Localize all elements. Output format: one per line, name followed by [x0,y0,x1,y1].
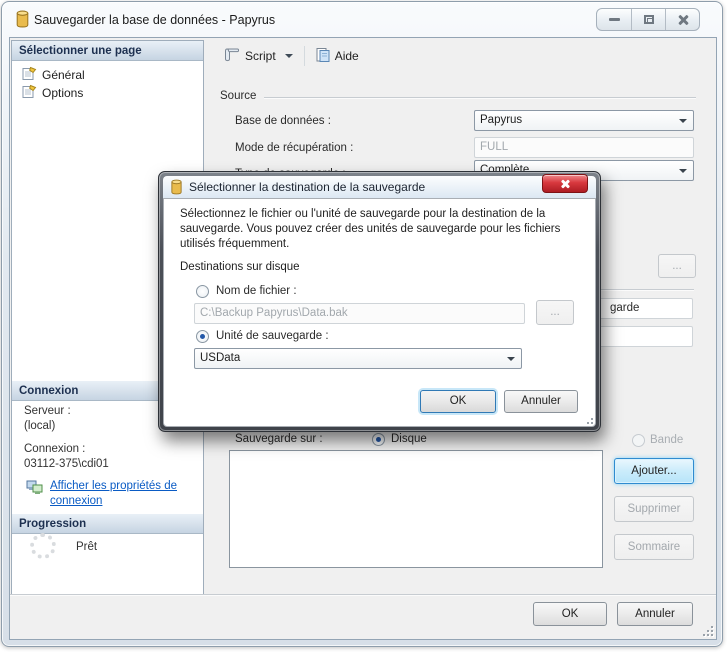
contents-button: Sommaire [614,534,694,560]
show-connection-properties-link[interactable]: Afficher les propriétés de connexion [50,479,202,509]
database-value: Papyrus [480,114,522,126]
sidebar-item-options[interactable]: Options [22,85,83,101]
modal-title: Sélectionner la destination de la sauveg… [189,180,425,194]
modal-close-button[interactable] [542,174,588,193]
remove-button: Supprimer [614,496,694,522]
script-button[interactable]: Script [218,44,298,68]
connection-properties-icon [26,479,44,498]
backup-device-value: USData [200,352,240,364]
disk-radio[interactable] [372,433,385,446]
database-label: Base de données : [235,115,331,127]
disk-radio-label[interactable]: Disque [391,433,427,445]
connection-label: Connexion : [24,443,85,455]
sidebar-item-label: Options [42,86,83,100]
progress-status: Prêt [76,541,97,553]
modal-resize-grip[interactable] [582,413,594,425]
close-icon [560,179,570,189]
ok-button[interactable]: OK [533,602,607,626]
close-icon [677,14,689,26]
script-label: Script [245,49,276,63]
browse-button: ... [658,254,696,278]
modal-content: Sélectionnez le fichier ou l'unité de sa… [163,198,596,427]
add-button[interactable]: Ajouter... [614,458,694,484]
page-icon [22,84,37,102]
chevron-down-icon [507,357,515,361]
help-icon [316,47,330,66]
modal-cancel-button[interactable]: Annuler [504,390,578,413]
server-label: Serveur : [24,405,71,417]
file-name-radio[interactable] [196,285,209,298]
minimize-icon [609,18,620,21]
select-page-header: Sélectionner une page [12,41,203,61]
page-icon [22,66,37,84]
backup-device-select[interactable]: USData [194,348,522,369]
file-path-field: C:\Backup Papyrus\Data.bak [194,303,525,324]
select-backup-destination-dialog: Sélectionner la destination de la sauveg… [158,171,601,432]
sidebar-item-label: Général [42,68,85,82]
minimize-button[interactable] [597,9,631,30]
modal-ok-button[interactable]: OK [420,390,496,413]
database-icon [170,179,183,195]
screenshot-stage: Sauvegarder la base de données - Papyrus… [0,0,727,652]
window-title: Sauvegarder la base de données - Papyrus [34,13,275,27]
chevron-down-icon [679,169,687,173]
backup-device-radio[interactable] [196,330,209,343]
server-value: (local) [24,420,55,432]
database-icon [15,10,30,31]
script-dropdown-arrow-icon [285,54,293,58]
toolbar: Script Aide [206,40,716,72]
tape-radio-label: Bande [650,434,683,446]
toolbar-separator [304,46,305,66]
source-section-rule [264,97,696,98]
recovery-model-field: FULL [474,137,694,158]
destinations-on-disk-label: Destinations sur disque [180,261,300,273]
destination-list[interactable] [229,450,603,568]
sidebar-item-general[interactable]: Général [22,67,85,83]
modal-description: Sélectionnez le fichier ou l'unité de sa… [180,207,584,252]
progress-header: Progression [12,514,203,534]
help-button[interactable]: Aide [311,44,364,69]
file-name-radio-label[interactable]: Nom de fichier : [216,285,297,297]
progress-spinner-icon [30,533,56,559]
cancel-button[interactable]: Annuler [617,602,693,626]
tape-radio [632,434,645,447]
resize-grip[interactable] [702,625,714,637]
recovery-model-label: Mode de récupération : [235,142,353,154]
window-controls [596,8,700,31]
database-select[interactable]: Papyrus [474,110,694,131]
restore-button[interactable] [631,9,665,30]
backup-set-name-partial: garde [610,299,639,318]
chevron-down-icon [679,119,687,123]
source-section-label: Source [220,90,256,102]
connection-value: 03112-375\cdi01 [24,458,109,470]
script-icon [223,47,240,65]
restore-icon [644,15,654,24]
footer-rule [10,594,716,595]
backup-device-radio-label[interactable]: Unité de sauvegarde : [216,330,329,342]
modal-titlebar: Sélectionner la destination de la sauveg… [163,176,596,198]
close-button[interactable] [665,9,699,30]
modal-browse-button: ... [536,300,574,325]
backup-on-label: Sauvegarde sur : [235,433,323,445]
help-label: Aide [335,49,359,63]
